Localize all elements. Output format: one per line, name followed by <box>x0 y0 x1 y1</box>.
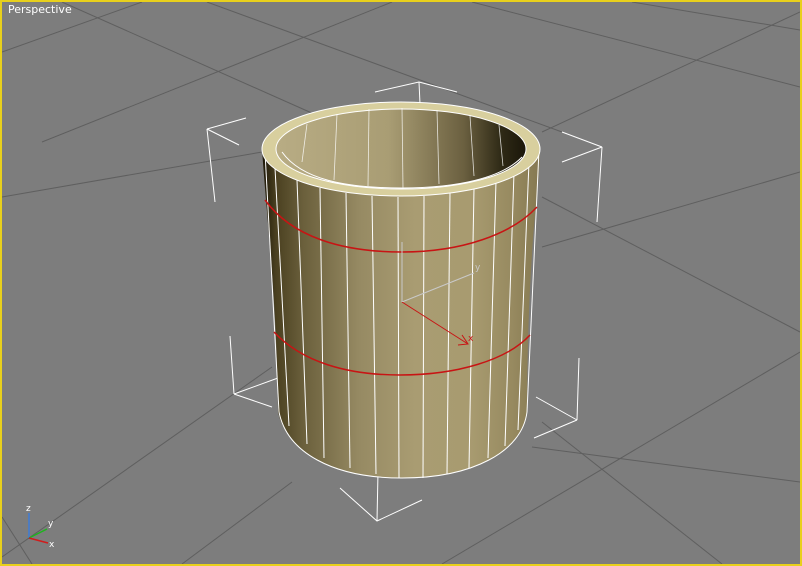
grid-line <box>2 151 263 198</box>
gizmo-y-label: y <box>475 263 481 273</box>
bracket-line <box>206 128 240 146</box>
tripod-x-axis <box>28 537 49 544</box>
grid-line <box>2 516 33 564</box>
bracket-line <box>533 419 578 439</box>
bracket-line <box>596 146 603 223</box>
grid-line <box>61 2 333 123</box>
tripod-z-label: z <box>26 504 31 514</box>
view-axis-tripod: z y x <box>26 504 55 550</box>
viewport-label[interactable]: Perspective <box>8 3 72 16</box>
bracket-line <box>233 393 273 408</box>
tripod-y-axis <box>28 528 48 539</box>
grid-line <box>2 366 273 558</box>
gizmo-x-label: x <box>468 334 474 344</box>
tripod-x-label: x <box>49 540 55 550</box>
grid-line <box>541 171 800 248</box>
bracket-line <box>561 131 603 148</box>
grid-line <box>181 481 293 564</box>
grid-line <box>471 2 800 88</box>
scene-canvas[interactable]: x y z y x <box>2 2 800 564</box>
bracket-line <box>418 81 421 105</box>
bracket-line <box>339 487 423 522</box>
bracket-line <box>233 377 279 395</box>
bracket-line <box>229 335 235 395</box>
bracket-line <box>576 357 580 421</box>
grid-line <box>541 421 723 564</box>
bracket-line <box>535 396 578 421</box>
grid-line <box>631 2 800 31</box>
perspective-viewport[interactable]: Perspective x y z y x <box>0 0 802 566</box>
grid-line <box>531 446 800 483</box>
grid-line <box>541 196 800 333</box>
bracket-line <box>561 146 603 163</box>
bracket-line <box>206 128 216 203</box>
bracket-line <box>374 81 458 93</box>
bracket-line <box>376 471 379 522</box>
tripod-y-label: y <box>48 519 54 529</box>
bracket-line <box>206 117 247 130</box>
cylinder-outer-wall[interactable] <box>262 149 540 478</box>
